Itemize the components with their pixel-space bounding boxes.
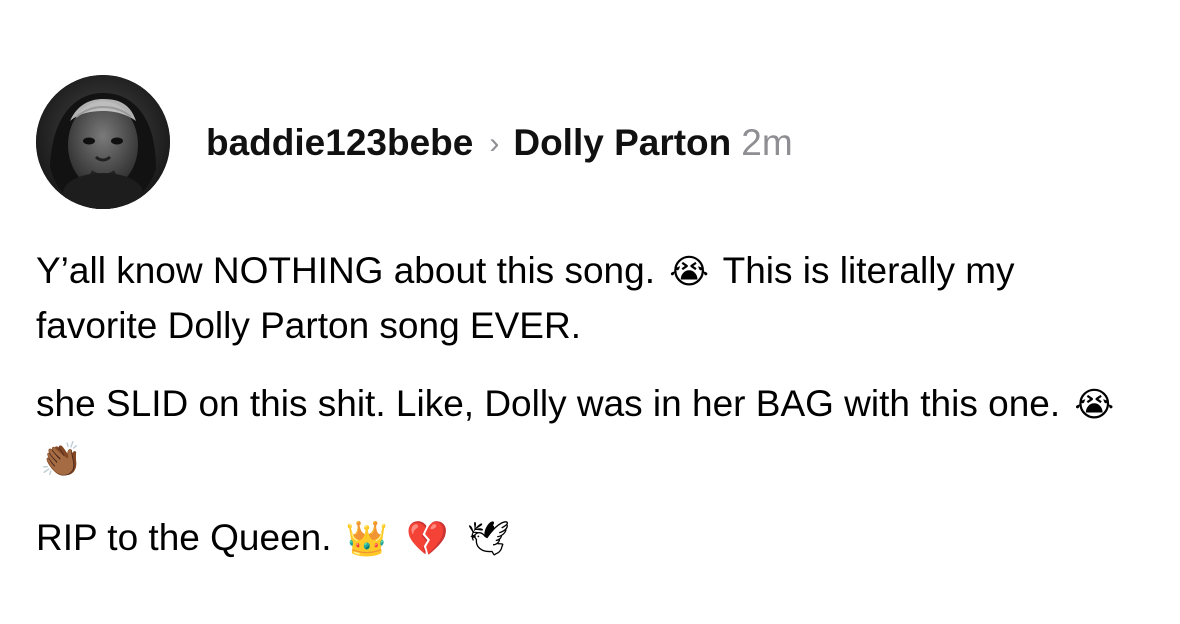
- loudly-crying-face-icon: 😭: [1074, 385, 1115, 425]
- clapping-hands-icon: 👏🏾: [40, 440, 83, 480]
- post-paragraph-1: Y’all know NOTHING about this song. 😭 Th…: [36, 244, 1146, 353]
- post-meta: baddie123bebe › Dolly Parton 2m: [206, 124, 793, 161]
- avatar[interactable]: [36, 75, 170, 209]
- avatar-image: [36, 75, 170, 209]
- post-time: 2m: [741, 121, 793, 163]
- paragraph-2-text-1: she SLID on this shit. Like, Dolly was i…: [36, 383, 1061, 424]
- broken-heart-icon: 💔: [406, 519, 449, 559]
- paragraph-3-text-1: RIP to the Queen.: [36, 517, 332, 558]
- loudly-crying-face-icon: 😭: [669, 252, 709, 292]
- author-name[interactable]: baddie123bebe: [206, 124, 473, 161]
- post-content: Y’all know NOTHING about this song. 😭 Th…: [36, 244, 1146, 590]
- dove-icon: 🕊: [467, 519, 511, 559]
- post-paragraph-3: RIP to the Queen. 👑 💔 🕊: [36, 511, 1146, 566]
- crown-icon: 👑: [345, 519, 389, 559]
- post-header: baddie123bebe › Dolly Parton 2m: [36, 74, 793, 210]
- post-paragraph-2: she SLID on this shit. Like, Dolly was i…: [36, 377, 1146, 487]
- chevron-right-icon: ›: [489, 126, 500, 160]
- target-page-name[interactable]: Dolly Parton: [513, 124, 731, 161]
- paragraph-1-text-1: Y’all know NOTHING about this song.: [36, 250, 655, 291]
